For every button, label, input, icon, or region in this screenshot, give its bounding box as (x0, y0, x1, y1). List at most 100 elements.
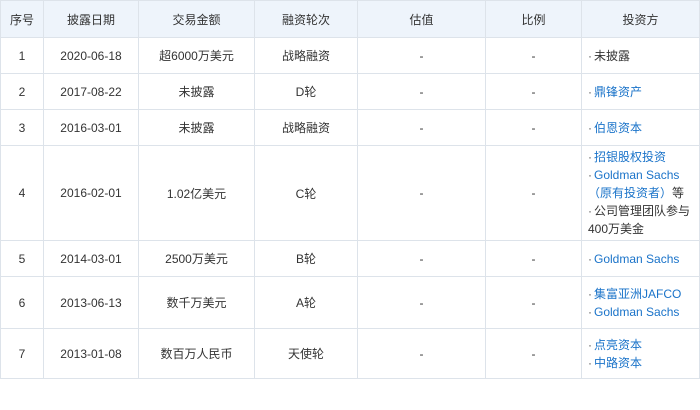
header-date: 披露日期 (43, 0, 139, 38)
investor-suffix: 等 (672, 186, 685, 200)
bullet-icon: · (588, 120, 592, 135)
row-index: 6 (0, 276, 44, 329)
bullet-icon: · (588, 304, 592, 319)
table-header-row: 序号 披露日期 交易金额 融资轮次 估值 比例 投资方 (0, 0, 700, 38)
investor-item[interactable]: · 招银股权投资 (588, 148, 693, 166)
row-round: C轮 (254, 145, 358, 241)
row-round: 战略融资 (254, 109, 358, 146)
row-date: 2014-03-01 (43, 240, 139, 277)
bullet-icon: · (588, 204, 592, 218)
investor-link[interactable]: 中路资本 (594, 356, 642, 370)
header-ratio: 比例 (485, 0, 582, 38)
table-row: 5 2014-03-01 2500万美元 B轮 - - · Goldman Sachs (0, 240, 700, 277)
investor-link[interactable]: 伯恩资本 (594, 121, 642, 135)
row-ratio: - (485, 276, 582, 329)
row-valuation: - (357, 328, 486, 379)
investor-link[interactable]: 招银股权投资 (594, 150, 666, 164)
investor-link[interactable]: Goldman Sachs (594, 252, 679, 266)
table-body: 1 2020-06-18 超6000万美元 战略融资 - - · 未披露 2 2017-08-22… (0, 37, 700, 379)
header-investors: 投资方 (581, 0, 700, 38)
investor-link[interactable]: 集富亚洲JAFCO (594, 287, 681, 301)
row-ratio: - (485, 328, 582, 379)
row-ratio: - (485, 240, 582, 277)
row-valuation: - (357, 240, 486, 277)
row-investors: · 伯恩资本 (581, 109, 700, 146)
investor-item[interactable]: · 集富亚洲JAFCO (588, 285, 693, 303)
table-row: 3 2016-03-01 未披露 战略融资 - - · 伯恩资本 (0, 109, 700, 146)
investor-item[interactable]: · Goldman Sachs (588, 303, 693, 321)
bullet-icon: · (588, 84, 592, 99)
row-amount: 2500万美元 (138, 240, 255, 277)
row-amount: 未披露 (138, 109, 255, 146)
investor-item: · 公司管理团队参与400万美金 (588, 202, 693, 238)
row-round: 战略融资 (254, 37, 358, 74)
header-index: 序号 (0, 0, 44, 38)
bullet-icon: · (588, 337, 592, 352)
row-amount: 数百万人民币 (138, 328, 255, 379)
row-round: 天使轮 (254, 328, 358, 379)
row-index: 3 (0, 109, 44, 146)
row-valuation: - (357, 276, 486, 329)
row-investors: · Goldman Sachs (581, 240, 700, 277)
row-valuation: - (357, 145, 486, 241)
row-ratio: - (485, 145, 582, 241)
investor-link[interactable]: Goldman Sachs（原有投资者） (588, 168, 679, 200)
row-date: 2020-06-18 (43, 37, 139, 74)
row-date: 2013-06-13 (43, 276, 139, 329)
investor-item[interactable]: · 鼎锋资产 (588, 83, 693, 101)
investor-text: 未披露 (594, 48, 631, 63)
row-index: 4 (0, 145, 44, 241)
investor-item[interactable]: · 点亮资本 (588, 336, 693, 354)
header-valuation: 估值 (357, 0, 486, 38)
investor-link[interactable]: 鼎锋资产 (594, 85, 642, 99)
investor-item[interactable]: · 中路资本 (588, 354, 693, 372)
row-round: D轮 (254, 73, 358, 110)
row-amount: 1.02亿美元 (138, 145, 255, 241)
row-investors: · 鼎锋资产 (581, 73, 700, 110)
row-valuation: - (357, 109, 486, 146)
row-date: 2016-03-01 (43, 109, 139, 146)
bullet-icon: · (588, 150, 592, 164)
row-date: 2017-08-22 (43, 73, 139, 110)
row-investors: · 点亮资本 · 中路资本 (581, 328, 700, 379)
row-investors: · 未披露 (581, 37, 700, 74)
investor-text: 公司管理团队参与400万美金 (588, 204, 691, 236)
investor-item[interactable]: · Goldman Sachs (588, 250, 693, 268)
investor-item: · 未披露 (588, 47, 693, 65)
row-index: 1 (0, 37, 44, 74)
row-amount: 超6000万美元 (138, 37, 255, 74)
investor-item[interactable]: · 伯恩资本 (588, 119, 693, 137)
table-row: 4 2016-02-01 1.02亿美元 C轮 - - · 招银股权投资 · Goldman Sa… (0, 145, 700, 241)
table-row: 6 2013-06-13 数千万美元 A轮 - - · 集富亚洲JAFCO · Goldman S… (0, 276, 700, 329)
row-round: A轮 (254, 276, 358, 329)
row-investors: · 集富亚洲JAFCO · Goldman Sachs (581, 276, 700, 329)
row-investors: · 招银股权投资 · Goldman Sachs（原有投资者）等 · 公司管理团队参与40… (581, 145, 700, 241)
investor-link[interactable]: 点亮资本 (594, 338, 642, 352)
bullet-icon: · (588, 251, 592, 266)
table-row: 1 2020-06-18 超6000万美元 战略融资 - - · 未披露 (0, 37, 700, 74)
row-index: 5 (0, 240, 44, 277)
bullet-icon: · (588, 168, 592, 182)
row-amount: 数千万美元 (138, 276, 255, 329)
row-ratio: - (485, 73, 582, 110)
row-date: 2016-02-01 (43, 145, 139, 241)
row-round: B轮 (254, 240, 358, 277)
bullet-icon: · (588, 355, 592, 370)
table-row: 2 2017-08-22 未披露 D轮 - - · 鼎锋资产 (0, 73, 700, 110)
header-amount: 交易金额 (138, 0, 255, 38)
bullet-icon: · (588, 286, 592, 301)
bullet-icon: · (588, 48, 592, 63)
row-ratio: - (485, 109, 582, 146)
row-valuation: - (357, 73, 486, 110)
table-row: 7 2013-01-08 数百万人民币 天使轮 - - · 点亮资本 · 中路资本 (0, 328, 700, 379)
financing-table: 序号 披露日期 交易金额 融资轮次 估值 比例 投资方 1 2020-06-18 超… (0, 0, 700, 379)
row-amount: 未披露 (138, 73, 255, 110)
header-round: 融资轮次 (254, 0, 358, 38)
row-ratio: - (485, 37, 582, 74)
investor-item[interactable]: · Goldman Sachs（原有投资者）等 (588, 166, 693, 202)
investor-link[interactable]: Goldman Sachs (594, 305, 679, 319)
row-index: 2 (0, 73, 44, 110)
row-date: 2013-01-08 (43, 328, 139, 379)
row-index: 7 (0, 328, 44, 379)
row-valuation: - (357, 37, 486, 74)
